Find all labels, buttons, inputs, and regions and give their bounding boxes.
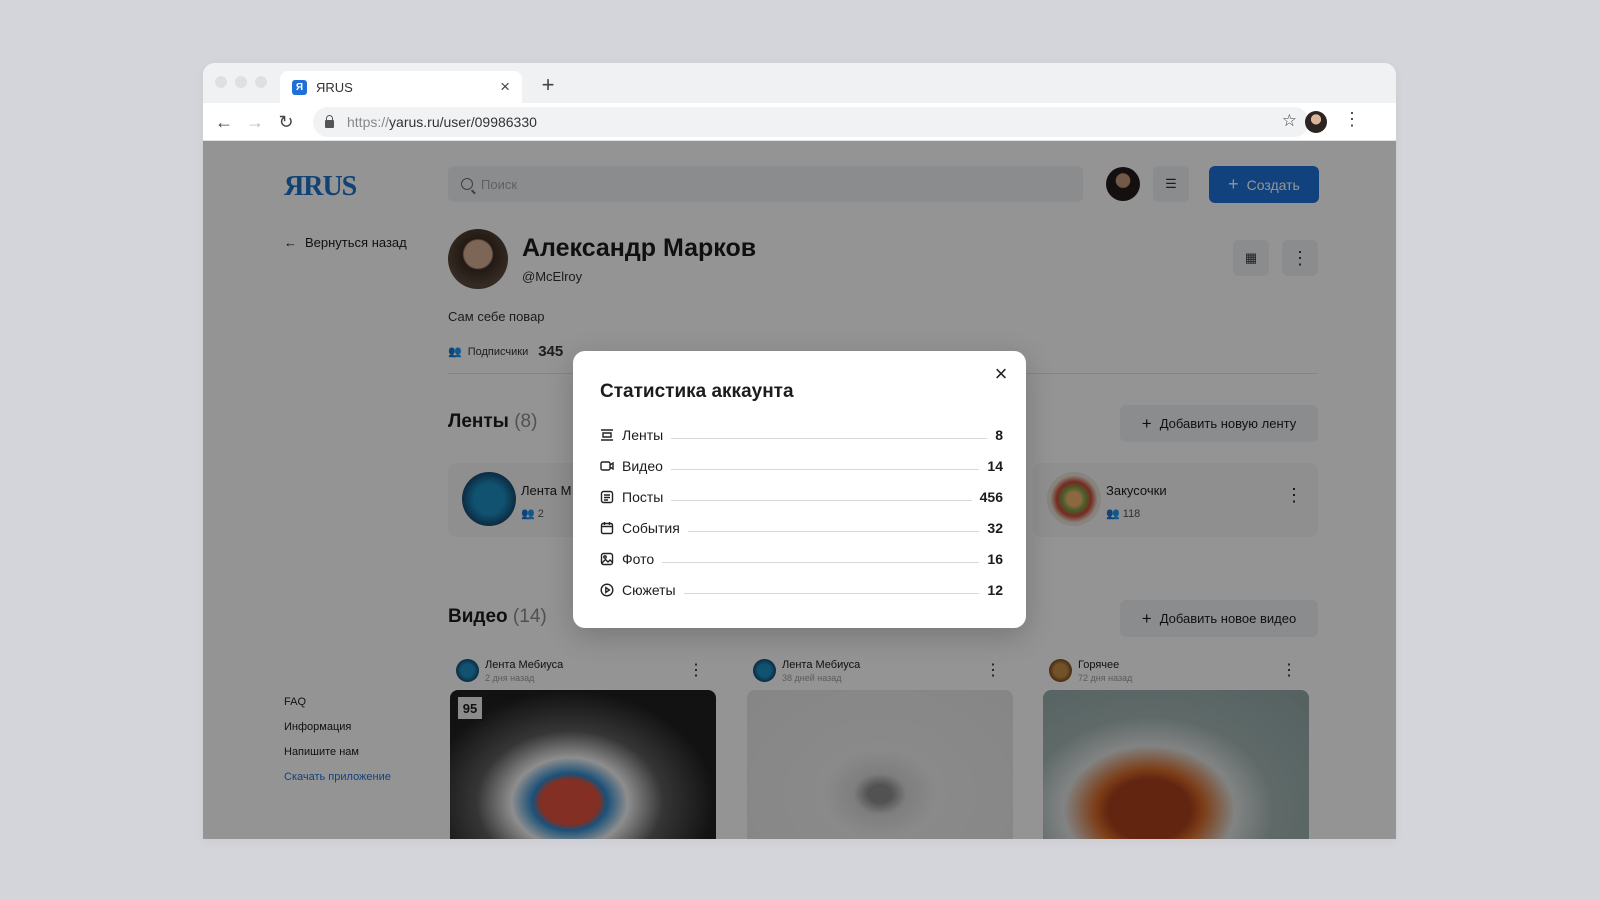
stat-divider bbox=[671, 499, 972, 501]
reload-icon[interactable]: ↻ bbox=[272, 108, 300, 136]
stat-value: 14 bbox=[987, 458, 1003, 474]
modal-title: Статистика аккаунта bbox=[600, 381, 794, 402]
window-maximize-dot[interactable] bbox=[255, 76, 267, 88]
stat-row-events: События 32 bbox=[600, 517, 1003, 539]
stat-divider bbox=[683, 592, 980, 594]
window-minimize-dot[interactable] bbox=[235, 76, 247, 88]
account-stats-modal: × Статистика аккаунта Ленты 8 Видео 14 П… bbox=[573, 351, 1026, 628]
stat-divider bbox=[687, 530, 980, 532]
photo-icon bbox=[600, 552, 614, 566]
url-text: yarus.ru/user/09986330 bbox=[389, 114, 537, 130]
new-tab-button[interactable]: + bbox=[534, 71, 562, 99]
stat-value: 32 bbox=[987, 520, 1003, 536]
stat-label: Фото bbox=[622, 551, 655, 567]
bookmark-star-icon[interactable]: ☆ bbox=[1282, 111, 1297, 131]
tab-title: ЯRUS bbox=[316, 79, 353, 95]
stat-divider bbox=[671, 437, 988, 439]
back-arrow-icon[interactable]: ← bbox=[210, 108, 238, 136]
stat-row-photos: Фото 16 bbox=[600, 548, 1003, 570]
close-icon[interactable]: × bbox=[990, 363, 1012, 385]
stat-value: 8 bbox=[995, 427, 1003, 443]
stat-value: 16 bbox=[987, 551, 1003, 567]
stat-label: Ленты bbox=[622, 427, 664, 443]
stat-label: Сюжеты bbox=[622, 582, 676, 598]
tab-bar: Я ЯRUS × + bbox=[203, 63, 1396, 103]
lock-icon bbox=[325, 114, 334, 128]
stat-row-feeds: Ленты 8 bbox=[600, 424, 1003, 446]
browser-menu-icon[interactable]: ⋮ bbox=[1343, 109, 1361, 130]
url-protocol: https:// bbox=[347, 114, 390, 130]
video-icon bbox=[600, 459, 614, 473]
stat-row-videos: Видео 14 bbox=[600, 455, 1003, 477]
stat-row-stories: Сюжеты 12 bbox=[600, 579, 1003, 601]
tab-close-icon[interactable]: × bbox=[500, 77, 510, 97]
feeds-icon bbox=[600, 428, 614, 442]
browser-profile-avatar[interactable] bbox=[1305, 111, 1327, 133]
address-bar: ← → ↻ https://yarus.ru/user/09986330 ☆ ⋮ bbox=[203, 103, 1396, 141]
site-favicon-icon: Я bbox=[292, 79, 307, 95]
browser-tab[interactable]: Я ЯRUS × bbox=[280, 71, 522, 103]
stat-value: 12 bbox=[987, 582, 1003, 598]
calendar-icon bbox=[600, 521, 614, 535]
url-field[interactable]: https://yarus.ru/user/09986330 ☆ bbox=[313, 107, 1309, 137]
stat-label: Видео bbox=[622, 458, 663, 474]
stat-value: 456 bbox=[979, 489, 1003, 505]
forward-arrow-icon[interactable]: → bbox=[241, 108, 269, 136]
window-close-dot[interactable] bbox=[215, 76, 227, 88]
posts-icon bbox=[600, 490, 614, 504]
stat-divider bbox=[670, 468, 980, 470]
stat-divider bbox=[662, 561, 980, 563]
stat-label: События bbox=[622, 520, 680, 536]
stat-row-posts: Посты 456 bbox=[600, 486, 1003, 508]
stories-icon bbox=[600, 583, 614, 597]
stat-label: Посты bbox=[622, 489, 664, 505]
